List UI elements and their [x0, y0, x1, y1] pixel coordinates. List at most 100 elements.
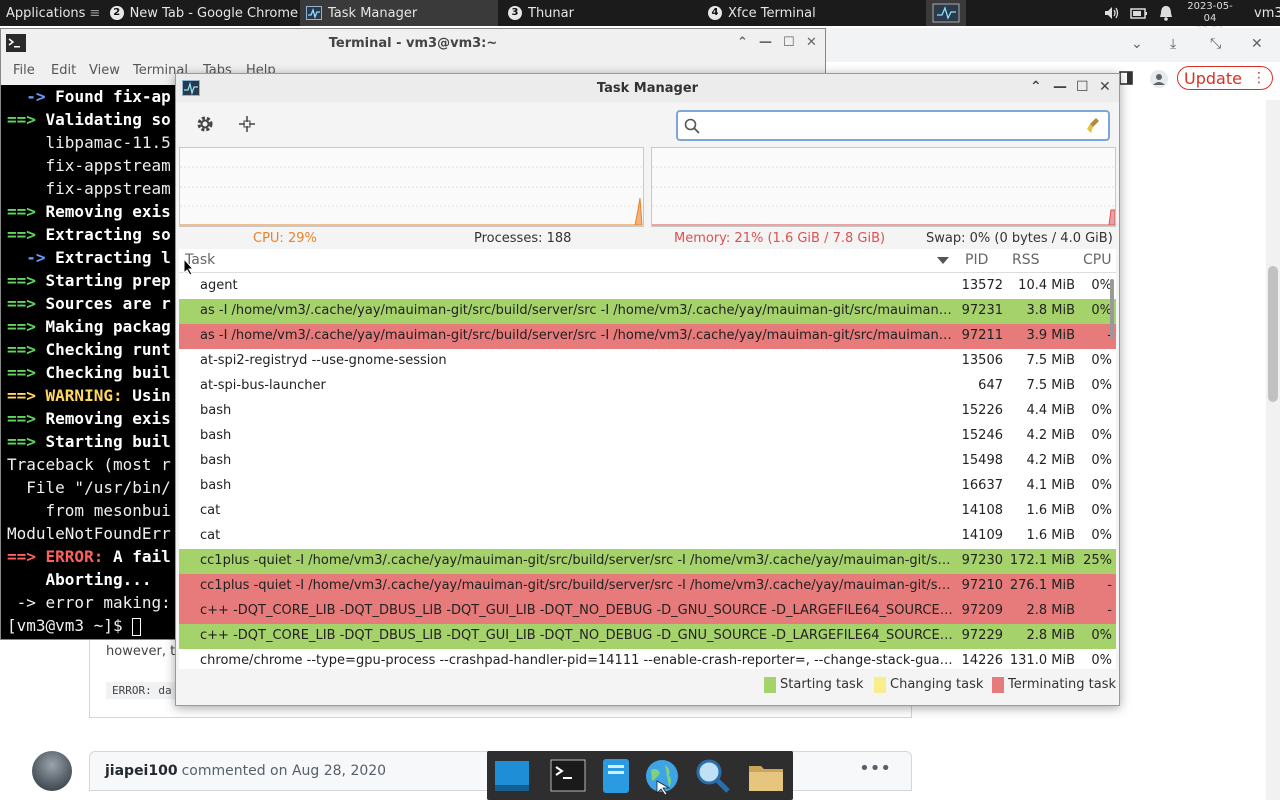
show-desktop-icon[interactable] [493, 757, 531, 795]
terminal-line-prefix: ==> [7, 271, 46, 290]
cell-pid: 97210 [961, 578, 1003, 593]
cell-pid: 13506 [961, 353, 1003, 368]
maximize-icon[interactable]: ☐ [783, 35, 795, 50]
table-row[interactable]: bash 15246 4.2 MiB 0% [179, 424, 1116, 449]
cell-rss: 1.6 MiB [1026, 528, 1075, 543]
notification-bell-icon[interactable] [1157, 4, 1175, 22]
maximize-icon[interactable]: ☐ [1076, 79, 1089, 95]
update-button[interactable]: Update ⋮ [1177, 66, 1273, 90]
terminal-line-text: File "/usr/bin/ [26, 478, 171, 497]
table-row[interactable]: cat 14109 1.6 MiB 0% [179, 524, 1116, 549]
cell-rss: 4.2 MiB [1026, 453, 1075, 468]
menu-file[interactable]: File [13, 63, 35, 78]
volume-icon[interactable] [1102, 4, 1120, 22]
cell-cpu: 0% [1091, 278, 1112, 293]
minimize-icon[interactable]: ⤓ [1170, 36, 1176, 52]
clock-date: 2023-05-04 [1187, 1, 1233, 24]
task-manager-titlebar[interactable]: Task Manager ⌃ — ☐ ✕ [176, 74, 1119, 102]
folder-icon[interactable] [747, 757, 785, 795]
table-row[interactable]: chrome/chrome --type=gpu-process --crash… [179, 649, 1116, 669]
sidebar-toggle-icon[interactable] [1119, 71, 1133, 85]
terminal-line-prefix: ==> [7, 317, 46, 336]
task-manager-app-icon [182, 80, 200, 96]
column-cpu[interactable]: CPU [1083, 252, 1111, 268]
terminal-line-prefix: ==> [7, 110, 46, 129]
column-pid[interactable]: PID [965, 252, 988, 268]
table-row[interactable]: c++ -DQT_CORE_LIB -DQT_DBUS_LIB -DQT_GUI… [179, 624, 1116, 649]
cell-pid: 97211 [961, 328, 1003, 343]
more-options-icon[interactable]: ••• [859, 758, 891, 779]
battery-icon[interactable] [1130, 4, 1148, 22]
table-row[interactable]: as -I /home/vm3/.cache/yay/mauiman-git/s… [179, 324, 1116, 349]
terminal-line-text: ERROR: [45, 547, 113, 566]
web-browser-icon[interactable] [643, 757, 681, 795]
search-input[interactable] [676, 110, 1110, 141]
column-rss[interactable]: RSS [1012, 252, 1040, 268]
chevron-down-icon[interactable]: ⌄ [1131, 36, 1143, 52]
terminal-title: Terminal - vm3@vm3:~ [328, 35, 498, 51]
terminal-titlebar[interactable]: Terminal - vm3@vm3:~ ⌃ — ☐ ✕ [1, 29, 825, 57]
page-scrollbar[interactable] [1266, 100, 1280, 800]
terminal-line-text: Sources are r [45, 294, 171, 313]
avatar[interactable] [32, 751, 72, 791]
terminal-line-prefix [7, 156, 46, 175]
file-manager-icon[interactable] [597, 757, 635, 795]
table-row[interactable]: agent 13572 10.4 MiB 0% [179, 274, 1116, 299]
clear-search-icon[interactable] [1086, 117, 1102, 135]
crosshair-icon[interactable] [238, 115, 256, 133]
minimize-icon[interactable]: — [759, 35, 772, 50]
processes-label: Processes: 188 [474, 231, 572, 246]
applications-menu[interactable]: Applications ≡ [0, 0, 100, 26]
commenter-name[interactable]: jiapei100 [105, 763, 178, 779]
thunar-badge: 3 [508, 6, 522, 20]
sort-descending-icon[interactable] [937, 257, 949, 265]
chevron-up-icon[interactable]: ⌃ [737, 35, 748, 50]
restore-icon[interactable]: ⤡ [1210, 36, 1221, 52]
menu-edit[interactable]: Edit [51, 63, 76, 78]
profile-avatar-icon[interactable] [1150, 70, 1168, 88]
terminal-line-prefix: ==> [7, 363, 46, 382]
task-manager-window[interactable]: Task Manager ⌃ — ☐ ✕ CPU: 29% Processes:… [175, 73, 1120, 706]
workspace-switcher[interactable] [926, 0, 966, 26]
magnifier-search-icon[interactable] [693, 757, 731, 795]
gear-icon[interactable] [195, 114, 215, 134]
table-row[interactable]: as -I /home/vm3/.cache/yay/mauiman-git/s… [179, 299, 1116, 324]
cell-task: cat [200, 503, 221, 518]
table-row[interactable]: cat 14108 1.6 MiB 0% [179, 499, 1116, 524]
table-scrollbar-thumb[interactable] [1110, 279, 1114, 339]
close-icon[interactable]: ✕ [1099, 79, 1111, 95]
taskbar-thunar[interactable]: 3 Thunar [500, 0, 700, 26]
taskbar-xfce-terminal[interactable]: 4 Xfce Terminal [702, 0, 900, 26]
taskbar-terminal-label: Xfce Terminal [728, 5, 816, 21]
menu-view[interactable]: View [89, 63, 120, 78]
taskbar-thunar-label: Thunar [528, 5, 574, 21]
minimize-icon[interactable]: — [1053, 79, 1067, 95]
chevron-up-icon[interactable]: ⌃ [1030, 79, 1042, 95]
cpu-usage-label: CPU: 29% [253, 231, 317, 246]
terminal-line-prefix: ==> [7, 432, 46, 451]
table-row[interactable]: bash 16637 4.1 MiB 0% [179, 474, 1116, 499]
taskbar-chrome[interactable]: 2 New Tab - Google Chrome [102, 0, 298, 26]
close-icon[interactable]: ✕ [806, 35, 817, 50]
table-row[interactable]: cc1plus -quiet -I /home/vm3/.cache/yay/m… [179, 549, 1116, 574]
taskbar-task-manager[interactable]: Task Manager [300, 0, 498, 26]
table-row[interactable]: bash 15226 4.4 MiB 0% [179, 399, 1116, 424]
cell-cpu: 0% [1091, 528, 1112, 543]
process-table[interactable]: Task PID RSS CPU agent 13572 10.4 MiB 0% as … [179, 249, 1116, 669]
cell-pid: 97230 [961, 553, 1003, 568]
table-row[interactable]: c++ -DQT_CORE_LIB -DQT_DBUS_LIB -DQT_GUI… [179, 599, 1116, 624]
legend-starting: Starting task [780, 677, 864, 692]
cell-cpu: 0% [1091, 428, 1112, 443]
user-menu[interactable]: vm3 [1254, 0, 1280, 26]
table-row[interactable]: at-spi2-registryd --use-gnome-session 135… [179, 349, 1116, 374]
cell-cpu: 0% [1091, 478, 1112, 493]
page-scrollbar-thumb[interactable] [1268, 266, 1278, 402]
table-row[interactable]: bash 15498 4.2 MiB 0% [179, 449, 1116, 474]
cell-pid: 97209 [961, 603, 1003, 618]
process-table-header: Task PID RSS CPU [179, 249, 1116, 273]
terminal-launcher-icon[interactable] [549, 757, 587, 795]
table-row[interactable]: cc1plus -quiet -I /home/vm3/.cache/yay/m… [179, 574, 1116, 599]
table-row[interactable]: at-spi-bus-launcher 647 7.5 MiB 0% [179, 374, 1116, 399]
close-icon[interactable]: ✕ [1251, 36, 1263, 52]
terminal-line-text: fix-appstream [45, 179, 171, 198]
